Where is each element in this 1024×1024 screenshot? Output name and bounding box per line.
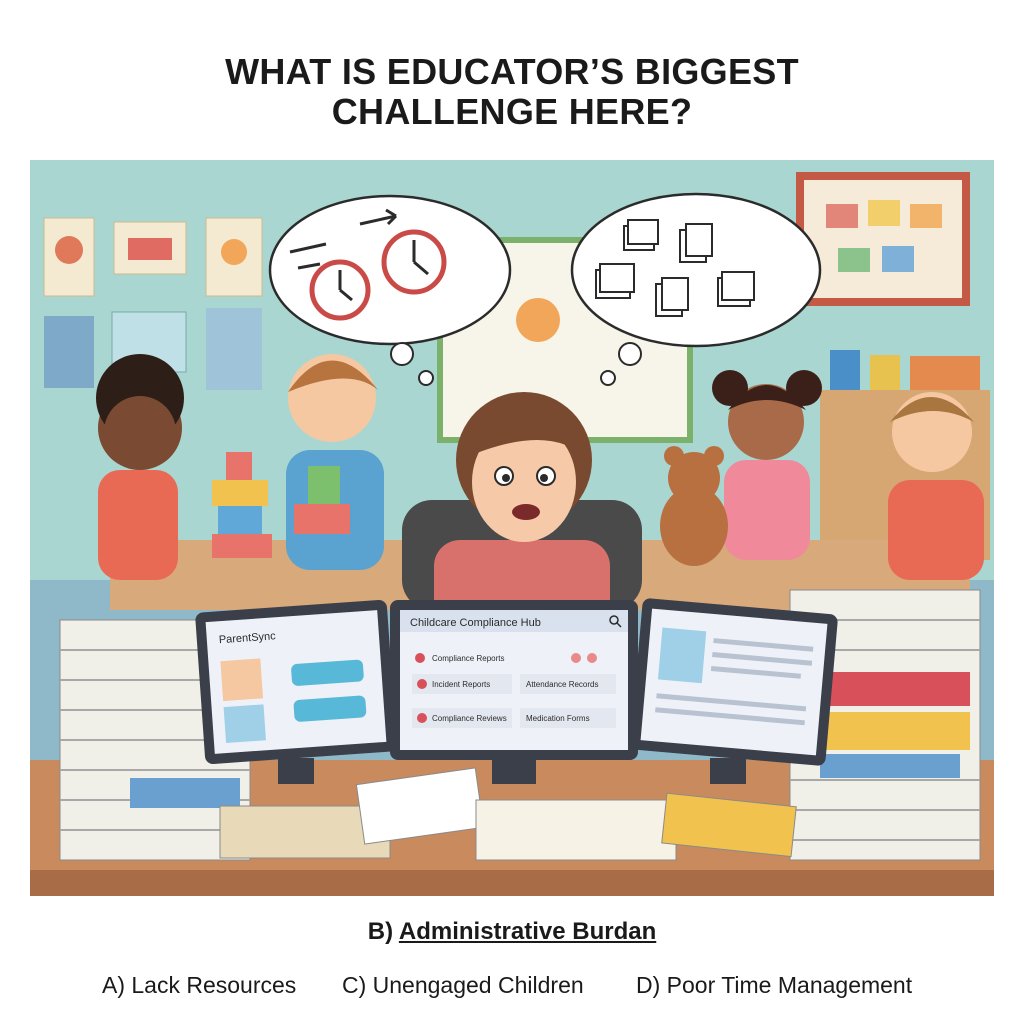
classroom-illustration: ParentSync Childcare Compliance Hub Comp… (30, 160, 994, 896)
answer-text: Administrative Burdan (398, 918, 657, 945)
answer-prefix: B) (367, 918, 394, 945)
question-title: WHAT IS EDUCATOR’S BIGGEST CHALLENGE HER… (0, 52, 1024, 132)
child-right (888, 392, 984, 580)
highlighted-answer[interactable]: B) Administrative Burdan (0, 918, 1024, 946)
center-row: Medication Forms (526, 714, 590, 723)
center-row: Compliance Reports (432, 654, 504, 663)
alert-icon (417, 713, 427, 723)
bulletin-board (796, 172, 970, 306)
option-c[interactable]: C) Unengaged Children (342, 972, 584, 999)
option-d[interactable]: D) Poor Time Management (636, 972, 912, 999)
child-blonde (286, 354, 384, 570)
monitor-center: Childcare Compliance Hub Compliance Repo… (390, 600, 638, 784)
option-a[interactable]: A) Lack Resources (102, 972, 296, 999)
clock-icon (381, 229, 447, 295)
center-row: Compliance Reviews (432, 714, 507, 723)
question-line-2: CHALLENGE HERE? (331, 91, 693, 132)
teddy-bear (660, 446, 728, 566)
center-screen-title: Childcare Compliance Hub (410, 617, 541, 629)
center-row: Attendance Records (526, 680, 599, 689)
alert-icon (415, 653, 425, 663)
alert-icon (417, 679, 427, 689)
clock-icon (309, 259, 371, 321)
question-line-1: WHAT IS EDUCATOR’S BIGGEST (225, 51, 799, 92)
center-row: Incident Reports (432, 680, 490, 689)
